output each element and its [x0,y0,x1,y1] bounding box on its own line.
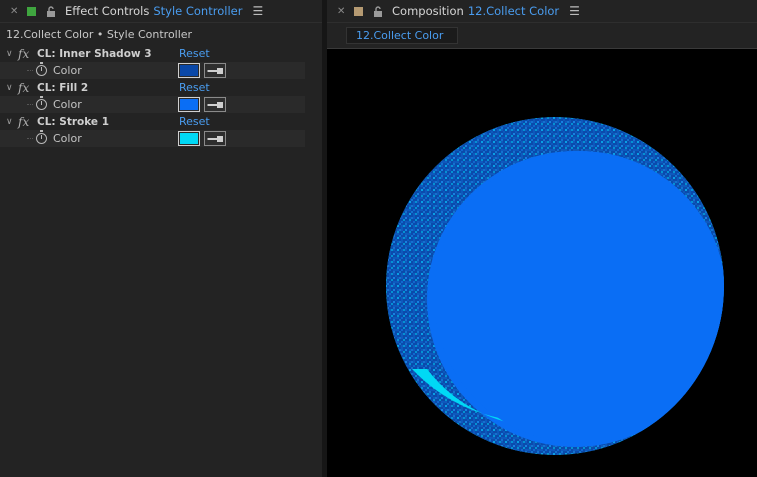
effect-row-inner-shadow[interactable]: ∨ fx CL: Inner Shadow 3 Reset [0,45,305,62]
eyedropper-icon[interactable] [204,131,226,146]
reset-link[interactable]: Reset [179,115,210,128]
close-icon[interactable]: ✕ [337,6,347,17]
tree-connector [27,104,33,105]
effect-row-stroke[interactable]: ∨ fx CL: Stroke 1 Reset [0,113,305,130]
lock-icon[interactable] [373,5,383,17]
panel-target-comp[interactable]: 12.Collect Color [468,4,559,18]
effect-name: CL: Inner Shadow 3 [37,47,152,60]
composition-viewer[interactable] [327,49,757,477]
hamburger-menu-icon[interactable]: ☰ [569,4,580,18]
panel-target-layer[interactable]: Style Controller [153,4,242,18]
property-name: Color [53,98,82,111]
collect-color-circle [386,117,724,455]
property-row-color: Color [0,130,305,147]
composition-tab[interactable]: 12.Collect Color [346,27,458,44]
lock-icon[interactable] [46,5,56,17]
color-swatch-button[interactable] [178,131,200,146]
hamburger-menu-icon[interactable]: ☰ [252,4,263,18]
reset-link[interactable]: Reset [179,47,210,60]
effect-name: CL: Fill 2 [37,81,89,94]
fx-icon[interactable]: fx [18,47,29,61]
chevron-down-icon[interactable]: ∨ [6,49,13,59]
fx-icon[interactable]: fx [18,115,29,129]
panel-color-swatch [27,6,36,16]
panel-title[interactable]: Effect Controls [65,4,149,18]
property-row-color: Color [0,62,305,79]
chevron-down-icon[interactable]: ∨ [6,117,13,127]
breadcrumb: 12.Collect Color • Style Controller [6,28,193,41]
tree-connector [27,70,33,71]
eyedropper-icon[interactable] [204,97,226,112]
viewer-canvas [386,117,724,455]
color-swatch-button[interactable] [178,97,200,112]
tree-connector [27,138,33,139]
chevron-down-icon[interactable]: ∨ [6,83,13,93]
effect-name: CL: Stroke 1 [37,115,110,128]
panel-color-swatch [354,6,363,16]
close-icon[interactable]: ✕ [10,6,20,17]
panel-title[interactable]: Composition [392,4,464,18]
effect-controls-header: ✕ Effect Controls Style Controller ☰ [0,0,322,23]
stopwatch-icon[interactable] [36,130,47,144]
eyedropper-icon[interactable] [204,63,226,78]
property-row-color: Color [0,96,305,113]
property-name: Color [53,132,82,145]
stopwatch-icon[interactable] [36,96,47,110]
composition-header: ✕ Composition 12.Collect Color ☰ [327,0,757,23]
fx-icon[interactable]: fx [18,81,29,95]
app-window: ✕ Effect Controls Style Controller ☰ 12.… [0,0,757,477]
composition-panel: ✕ Composition 12.Collect Color ☰ 12.Coll… [327,0,757,477]
effect-row-fill[interactable]: ∨ fx CL: Fill 2 Reset [0,79,305,96]
effects-list: ∨ fx CL: Inner Shadow 3 Reset Color ∨ fx… [0,45,305,147]
effect-controls-panel: ✕ Effect Controls Style Controller ☰ 12.… [0,0,322,477]
property-name: Color [53,64,82,77]
stopwatch-icon[interactable] [36,62,47,76]
color-swatch-button[interactable] [178,63,200,78]
reset-link[interactable]: Reset [179,81,210,94]
